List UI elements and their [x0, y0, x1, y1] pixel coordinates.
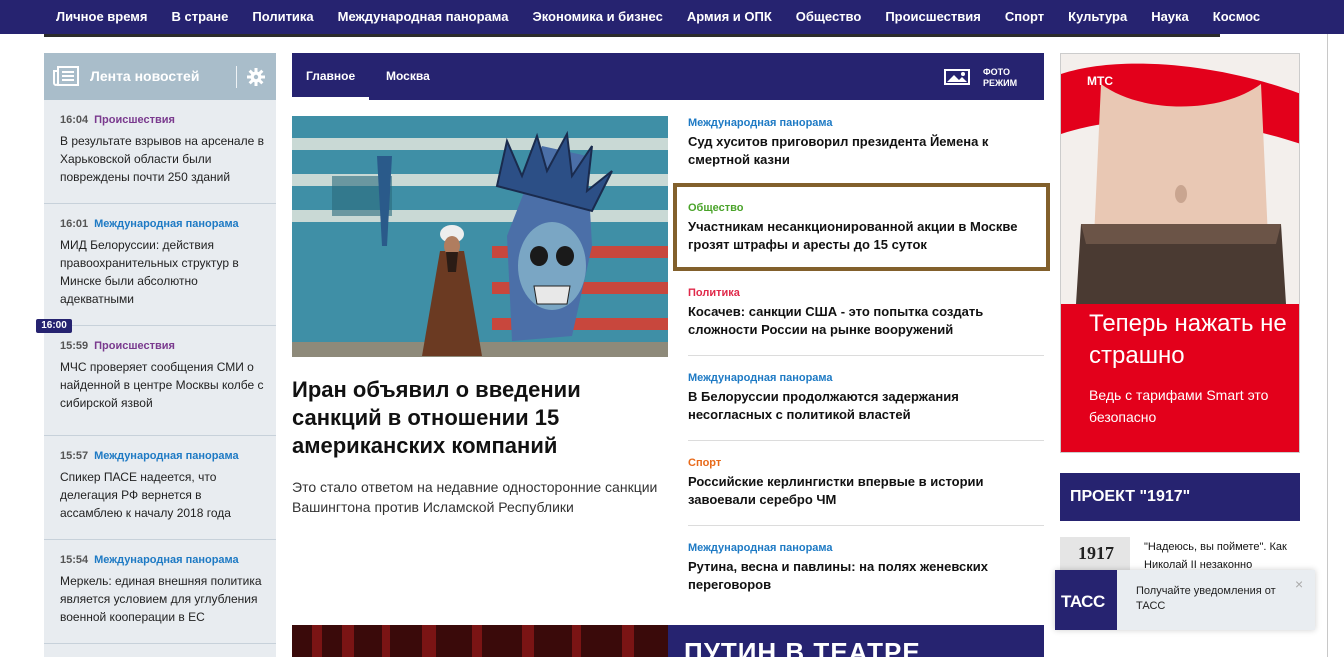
newspaper-icon: [53, 66, 79, 86]
main-story-image[interactable]: [292, 116, 668, 357]
header-divider: [236, 66, 237, 88]
nav-item-ekonomika[interactable]: Экономика и бизнес: [520, 0, 674, 34]
headline-title[interactable]: Суд хуситов приговорил президента Йемена…: [688, 133, 1044, 169]
feed-item[interactable]: 15:57 Международная панорама Спикер ПАСЕ …: [44, 436, 276, 540]
nav-item-lichnoe-vremya[interactable]: Личное время: [44, 0, 160, 34]
headline-title[interactable]: Рутина, весна и павлины: на полях женевс…: [688, 558, 1044, 594]
feed-time: 16:04: [60, 114, 89, 126]
feed-category[interactable]: Происшествия: [94, 114, 175, 126]
headline-divider: [688, 440, 1044, 441]
feed-text[interactable]: МИД Белоруссии: действия правоохранитель…: [60, 236, 266, 308]
headline-category[interactable]: Международная панорама: [688, 372, 1044, 384]
news-feed: Лента новостей 16:04 Происшествия В резул…: [44, 53, 276, 657]
notification-popup[interactable]: ТАСС Получайте уведомления от ТАСС ×: [1055, 570, 1315, 630]
feed-category[interactable]: Международная панорама: [94, 554, 239, 566]
page-border: [1327, 34, 1328, 657]
tass-logo-text: ТАСС: [1061, 592, 1105, 611]
nav-items: Личное время В стране Политика Междунаро…: [44, 0, 1272, 34]
ad-headline: Теперь нажать не страшно: [1089, 310, 1287, 369]
theatre-curtain-icon: [312, 625, 634, 657]
headline[interactable]: Общество Участникам несанкционированной …: [688, 202, 1044, 254]
project-teaser[interactable]: "Надеюсь, вы поймете". Как Николай II не…: [1144, 538, 1294, 574]
nav-item-v-strane[interactable]: В стране: [160, 0, 241, 34]
headline-category[interactable]: Спорт: [688, 457, 1044, 469]
banner-title: ПУТИН В ТЕАТРЕ: [684, 637, 921, 657]
header-strip: [44, 34, 1220, 37]
promo-banner[interactable]: ПУТИН В ТЕАТРЕ: [292, 625, 1044, 657]
notification-text[interactable]: Получайте уведомления от ТАСС: [1136, 584, 1286, 614]
headline-divider: [688, 525, 1044, 526]
feed-time-marker: 16:00: [36, 319, 72, 333]
photo-mode-toggle[interactable]: ФОТО РЕЖИМ: [944, 67, 1034, 89]
main-tabs: Главное Москва ФОТО РЕЖИМ: [292, 53, 1044, 100]
feed-time: 15:57: [60, 450, 89, 462]
gear-icon[interactable]: [247, 68, 265, 86]
headline-title[interactable]: Участникам несанкционированной акции в М…: [688, 218, 1044, 254]
feed-category[interactable]: Международная панорама: [94, 218, 239, 230]
headline[interactable]: Международная панорама В Белоруссии прод…: [688, 372, 1044, 424]
main-story-lead: Это стало ответом на недавние односторон…: [292, 479, 658, 515]
ad-subline: Ведь с тарифами Smart это безопасно: [1089, 387, 1269, 425]
feed-text[interactable]: МЧС проверяет сообщения СМИ о найденной …: [60, 358, 266, 412]
top-navigation: Личное время В стране Политика Междунаро…: [0, 0, 1344, 34]
ad-image: [1061, 54, 1299, 304]
headline[interactable]: Спорт Российские керлингистки впервые в …: [688, 457, 1044, 509]
feed-time: 15:59: [60, 340, 89, 352]
nav-item-kosmos[interactable]: Космос: [1201, 0, 1272, 34]
tab-main[interactable]: Главное: [292, 53, 370, 100]
headline-category[interactable]: Международная панорама: [688, 117, 1044, 129]
headline[interactable]: Международная панорама Рутина, весна и п…: [688, 542, 1044, 594]
nav-item-armiya[interactable]: Армия и ОПК: [675, 0, 784, 34]
feed-item[interactable]: 15:59 Происшествия МЧС проверяет сообщени…: [44, 326, 276, 436]
news-feed-title: Лента новостей: [90, 68, 200, 84]
photo-mode-label: ФОТО РЕЖИМ: [983, 67, 1018, 88]
feed-text[interactable]: Спикер ПАСЕ надеется, что делегация РФ в…: [60, 468, 266, 522]
feed-time-line: [86, 325, 266, 326]
nav-item-kultura[interactable]: Культура: [1056, 0, 1139, 34]
headline-category[interactable]: Международная панорама: [688, 542, 1044, 554]
feed-item[interactable]: 16:04 Происшествия В результате взрывов н…: [44, 100, 276, 204]
banner-image: [292, 625, 668, 657]
feed-item[interactable]: 16:01 Международная панорама МИД Белорусс…: [44, 204, 276, 326]
feed-time: 16:01: [60, 218, 89, 230]
feed-text[interactable]: Меркель: единая внешняя политика являетс…: [60, 572, 266, 626]
headline-title[interactable]: Косачев: санкции США - это попытка созда…: [688, 303, 1044, 339]
news-feed-header: Лента новостей: [44, 53, 276, 100]
headline-category[interactable]: Общество: [688, 202, 1044, 214]
project-thumb-number: 1917: [1078, 543, 1114, 563]
banner-text-panel: ПУТИН В ТЕАТРЕ: [668, 625, 1044, 657]
mts-logo: МТС: [1087, 74, 1113, 88]
feed-category[interactable]: Происшествия: [94, 340, 175, 352]
nav-item-proisshestviya[interactable]: Происшествия: [873, 0, 993, 34]
tass-logo: ТАСС: [1055, 570, 1117, 630]
nav-item-mezhdunarodnaya-panorama[interactable]: Международная панорама: [326, 0, 521, 34]
headline-title[interactable]: Российские керлингистки впервые в истори…: [688, 473, 1044, 509]
feed-category[interactable]: Международная панорама: [94, 450, 239, 462]
nav-item-obshchestvo[interactable]: Общество: [784, 0, 874, 34]
feed-text[interactable]: В результате взрывов на арсенале в Харьк…: [60, 132, 266, 186]
tab-moscow[interactable]: Москва: [372, 53, 444, 100]
mts-ad[interactable]: МТС Теперь нажать не страшно Ведь с тари…: [1060, 53, 1300, 453]
image-icon: [944, 69, 970, 85]
project-1917-header[interactable]: ПРОЕКТ "1917": [1060, 473, 1300, 521]
feed-item[interactable]: 15:54 Международная панорама Меркель: еди…: [44, 540, 276, 644]
close-icon[interactable]: ×: [1295, 576, 1303, 592]
headline-title[interactable]: В Белоруссии продолжаются задержания нес…: [688, 388, 1044, 424]
headline[interactable]: Международная панорама Суд хуситов приго…: [688, 117, 1044, 169]
headline-category[interactable]: Политика: [688, 287, 1044, 299]
nav-item-sport[interactable]: Спорт: [993, 0, 1056, 34]
nav-item-nauka[interactable]: Наука: [1139, 0, 1201, 34]
headline[interactable]: Политика Косачев: санкции США - это попы…: [688, 287, 1044, 339]
feed-time: 15:54: [60, 554, 89, 566]
main-story-title[interactable]: Иран объявил о введении санкций в отноше…: [292, 376, 662, 460]
headline-divider: [688, 355, 1044, 356]
nav-item-politika[interactable]: Политика: [240, 0, 325, 34]
